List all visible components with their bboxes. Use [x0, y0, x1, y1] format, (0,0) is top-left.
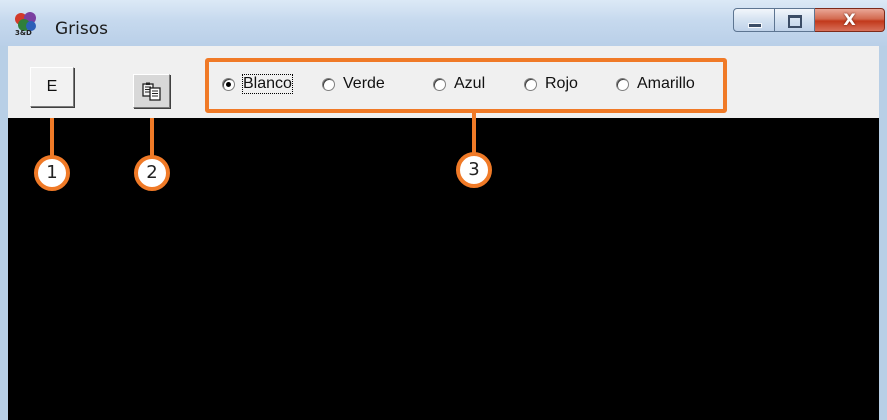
annotation-marker-2: 2 [134, 155, 170, 191]
close-icon: X [843, 10, 856, 29]
annotation-marker-3: 3 [456, 152, 492, 188]
copy-button[interactable] [133, 74, 170, 108]
maximize-icon [788, 15, 802, 28]
svg-text:3&D: 3&D [15, 29, 32, 36]
e-button-label: E [46, 78, 58, 95]
annotation-marker-1: 1 [34, 155, 70, 191]
minimize-icon [748, 23, 762, 28]
e-button[interactable]: E [30, 67, 74, 107]
grisos-app-icon: 3&D [15, 12, 36, 36]
title-bar[interactable]: 3&D Grisos X [0, 0, 887, 46]
close-button[interactable]: X [815, 8, 885, 32]
maximize-button[interactable] [775, 8, 815, 32]
annotation-leader-line [472, 113, 476, 155]
annotation-leader-line [150, 118, 154, 158]
copy-icon [142, 82, 161, 101]
annotation-highlight-box [205, 58, 727, 113]
grisos-window: 3&D Grisos X E Blanco Verde Azul Rojo Am… [0, 0, 887, 420]
minimize-button[interactable] [733, 8, 775, 32]
window-title: Grisos [55, 19, 109, 39]
annotation-leader-line [50, 118, 54, 158]
